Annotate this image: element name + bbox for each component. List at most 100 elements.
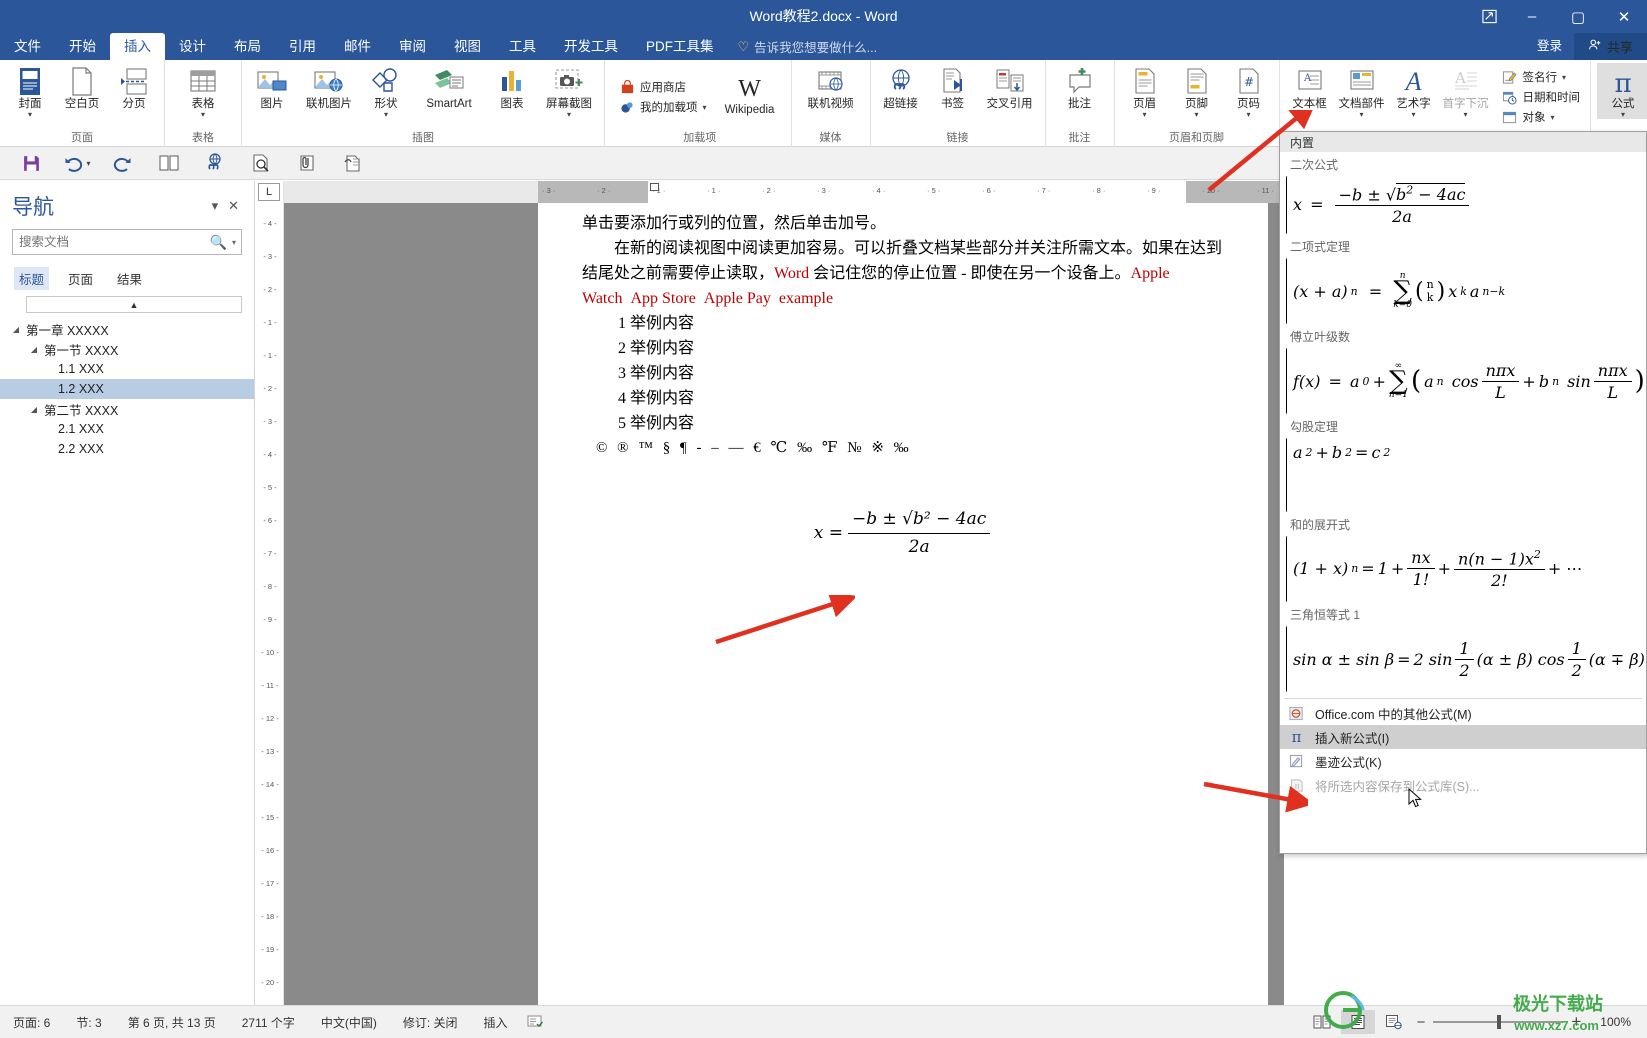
- equation-gallery-dropdown[interactable]: 内置 二次公式 x = −b ± √b2 − 4ac 2a 二项式定理 (x +…: [1279, 131, 1647, 854]
- toc-scroll-up[interactable]: ▲: [26, 296, 242, 313]
- doc-equation[interactable]: x = −b ± √b² − 4ac 2a: [582, 507, 1222, 560]
- new-doc-button[interactable]: [330, 148, 376, 178]
- proofing-icon[interactable]: [521, 1013, 549, 1032]
- chevron-down-icon[interactable]: ▾: [1621, 111, 1625, 119]
- first-line-indent-marker[interactable]: [650, 183, 659, 191]
- tab-stop-selector[interactable]: L: [258, 183, 280, 201]
- picture-button[interactable]: 图片: [246, 63, 298, 110]
- text-box-button[interactable]: A 文本框 ▾: [1284, 63, 1336, 119]
- share-button[interactable]: 共享: [1574, 33, 1647, 60]
- chevron-down-icon[interactable]: ▾: [1360, 111, 1364, 119]
- page-number-button[interactable]: # 页码 ▾: [1223, 63, 1275, 119]
- zoom-level[interactable]: 100%: [1587, 1015, 1647, 1029]
- chevron-down-icon[interactable]: ▾: [1143, 111, 1147, 119]
- redo-button[interactable]: [100, 148, 146, 178]
- online-video-button[interactable]: 联机视频: [800, 63, 862, 110]
- zoom-knob[interactable]: [1497, 1015, 1501, 1029]
- web-layout-icon[interactable]: [1377, 1010, 1411, 1034]
- close-button[interactable]: ✕: [1601, 0, 1647, 33]
- maximize-button[interactable]: ▢: [1555, 0, 1601, 33]
- status-page-label[interactable]: 页面: 6: [0, 1014, 63, 1031]
- tab-mailings[interactable]: 邮件: [330, 33, 385, 60]
- tab-developer[interactable]: 开发工具: [550, 33, 632, 60]
- shapes-button[interactable]: 形状 ▾: [360, 63, 412, 119]
- status-track-changes[interactable]: 修订: 关闭: [390, 1014, 471, 1031]
- side-by-side-button[interactable]: [146, 148, 192, 178]
- gallery-item-pythagorean-theorem[interactable]: 勾股定理 a2 + b2 = c2: [1280, 414, 1646, 512]
- zoom-in-button[interactable]: +: [1571, 1012, 1581, 1032]
- expand-triangle-icon[interactable]: ◢: [10, 325, 22, 334]
- chevron-down-icon[interactable]: ▾: [28, 111, 32, 119]
- toc-item-section1[interactable]: ◢ 第一节 XXXX: [0, 339, 254, 359]
- search-box[interactable]: 🔍 ▾: [12, 229, 242, 255]
- store-button[interactable]: 应用商店: [615, 77, 711, 97]
- status-section-label[interactable]: 节: 3: [63, 1014, 114, 1031]
- document-parts-button[interactable]: 文档部件 ▾: [1336, 63, 1388, 119]
- chevron-down-icon[interactable]: ▾: [1551, 113, 1555, 122]
- zoom-out-button[interactable]: −: [1417, 1014, 1426, 1031]
- smartart-button[interactable]: SmartArt: [412, 63, 486, 110]
- chevron-down-icon[interactable]: ▾: [384, 111, 388, 119]
- chevron-down-icon[interactable]: ▾: [1412, 111, 1416, 119]
- nav-tab-results[interactable]: 结果: [112, 267, 147, 290]
- status-language[interactable]: 中文(中国): [308, 1014, 390, 1031]
- chevron-down-icon[interactable]: ▾: [201, 111, 205, 119]
- gallery-item-quadratic-formula[interactable]: 二次公式 x = −b ± √b2 − 4ac 2a: [1280, 152, 1646, 234]
- hyperlink-button[interactable]: 超链接: [875, 63, 927, 110]
- sign-in-link[interactable]: 登录: [1525, 33, 1574, 60]
- tab-review[interactable]: 审阅: [385, 33, 440, 60]
- signature-line-button[interactable]: 签名行 ▾: [1498, 67, 1585, 87]
- globe-link-button[interactable]: [192, 148, 238, 178]
- date-time-button[interactable]: 日期和时间: [1498, 87, 1585, 107]
- page-break-button[interactable]: 分页: [108, 63, 160, 110]
- status-page-of[interactable]: 第 6 页, 共 13 页: [115, 1014, 229, 1031]
- tab-file[interactable]: 文件: [0, 33, 55, 60]
- screenshot-button[interactable]: 屏幕截图 ▾: [538, 63, 600, 119]
- wikipedia-button[interactable]: W Wikipedia: [713, 69, 787, 116]
- menu-item-save-selection-to-gallery[interactable]: π 将所选内容保存到公式库(S)...: [1280, 773, 1646, 797]
- expand-triangle-icon[interactable]: ◢: [28, 405, 40, 414]
- print-layout-icon[interactable]: [1341, 1010, 1375, 1034]
- gallery-item-binomial-theorem[interactable]: 二项式定理 (x + a)n = n∑k=0 (nk) xkan−k: [1280, 234, 1646, 324]
- comment-button[interactable]: 批注: [1054, 63, 1106, 110]
- document-body[interactable]: 单击要添加行或列的位置，然后单击加号。 在新的阅读视图中阅读更加容易。可以折叠文…: [582, 211, 1222, 560]
- search-icon[interactable]: 🔍: [207, 234, 230, 251]
- nav-tab-pages[interactable]: 页面: [63, 267, 98, 290]
- menu-item-insert-new-equation[interactable]: π 插入新公式(I): [1280, 725, 1646, 749]
- toc-item-chapter1[interactable]: ◢ 第一章 XXXXX: [0, 319, 254, 339]
- drop-cap-button[interactable]: A 首字下沉 ▾: [1440, 63, 1492, 119]
- toc-item-1-1[interactable]: 1.1 XXX: [0, 359, 254, 379]
- blank-page-button[interactable]: 空白页: [56, 63, 108, 110]
- nav-tab-headings[interactable]: 标题: [14, 267, 49, 290]
- document-canvas[interactable]: 单击要添加行或列的位置，然后单击加号。 在新的阅读视图中阅读更加容易。可以折叠文…: [284, 203, 1284, 1005]
- minimize-button[interactable]: –: [1509, 0, 1555, 33]
- zoom-slider[interactable]: − +: [1411, 1012, 1588, 1032]
- status-word-count[interactable]: 2711 个字: [229, 1014, 308, 1031]
- table-button[interactable]: 表格 ▾: [177, 63, 229, 119]
- toc-item-section2[interactable]: ◢ 第二节 XXXX: [0, 399, 254, 419]
- menu-item-ink-equation[interactable]: 墨迹公式(K): [1280, 749, 1646, 773]
- ribbon-display-options-icon[interactable]: [1469, 0, 1509, 33]
- online-picture-button[interactable]: 联机图片: [298, 63, 360, 110]
- header-button[interactable]: 页眉 ▾: [1119, 63, 1171, 119]
- chevron-down-icon[interactable]: ▾: [1464, 111, 1468, 119]
- chevron-down-icon[interactable]: ▾: [1308, 111, 1312, 119]
- wordart-button[interactable]: A 艺术字 ▾: [1388, 63, 1440, 119]
- tab-references[interactable]: 引用: [275, 33, 330, 60]
- menu-item-more-equations[interactable]: Office.com 中的其他公式(M): [1280, 701, 1646, 725]
- toc-item-2-2[interactable]: 2.2 XXX: [0, 439, 254, 459]
- tell-me-box[interactable]: ♡ 告诉我您想要做什么...: [728, 33, 888, 60]
- chevron-down-icon[interactable]: ▾: [207, 198, 224, 214]
- footer-button[interactable]: 页脚 ▾: [1171, 63, 1223, 119]
- toc-item-1-2[interactable]: 1.2 XXX: [0, 379, 254, 399]
- toc-item-2-1[interactable]: 2.1 XXX: [0, 419, 254, 439]
- chevron-down-icon[interactable]: ▾: [86, 159, 90, 168]
- cover-page-button[interactable]: 封面 ▾: [4, 63, 56, 119]
- read-mode-icon[interactable]: [1305, 1010, 1339, 1034]
- gallery-item-expansion-of-a-sum[interactable]: 和的展开式 (1 + x)n = 1 + nx1! + n(n − 1)x22!…: [1280, 512, 1646, 602]
- bookmark-button[interactable]: 书签: [927, 63, 979, 110]
- object-button[interactable]: 对象 ▾: [1498, 107, 1585, 127]
- tab-design[interactable]: 设计: [165, 33, 220, 60]
- status-insert-mode[interactable]: 插入: [471, 1014, 521, 1031]
- tab-pdf-tools[interactable]: PDF工具集: [632, 33, 728, 60]
